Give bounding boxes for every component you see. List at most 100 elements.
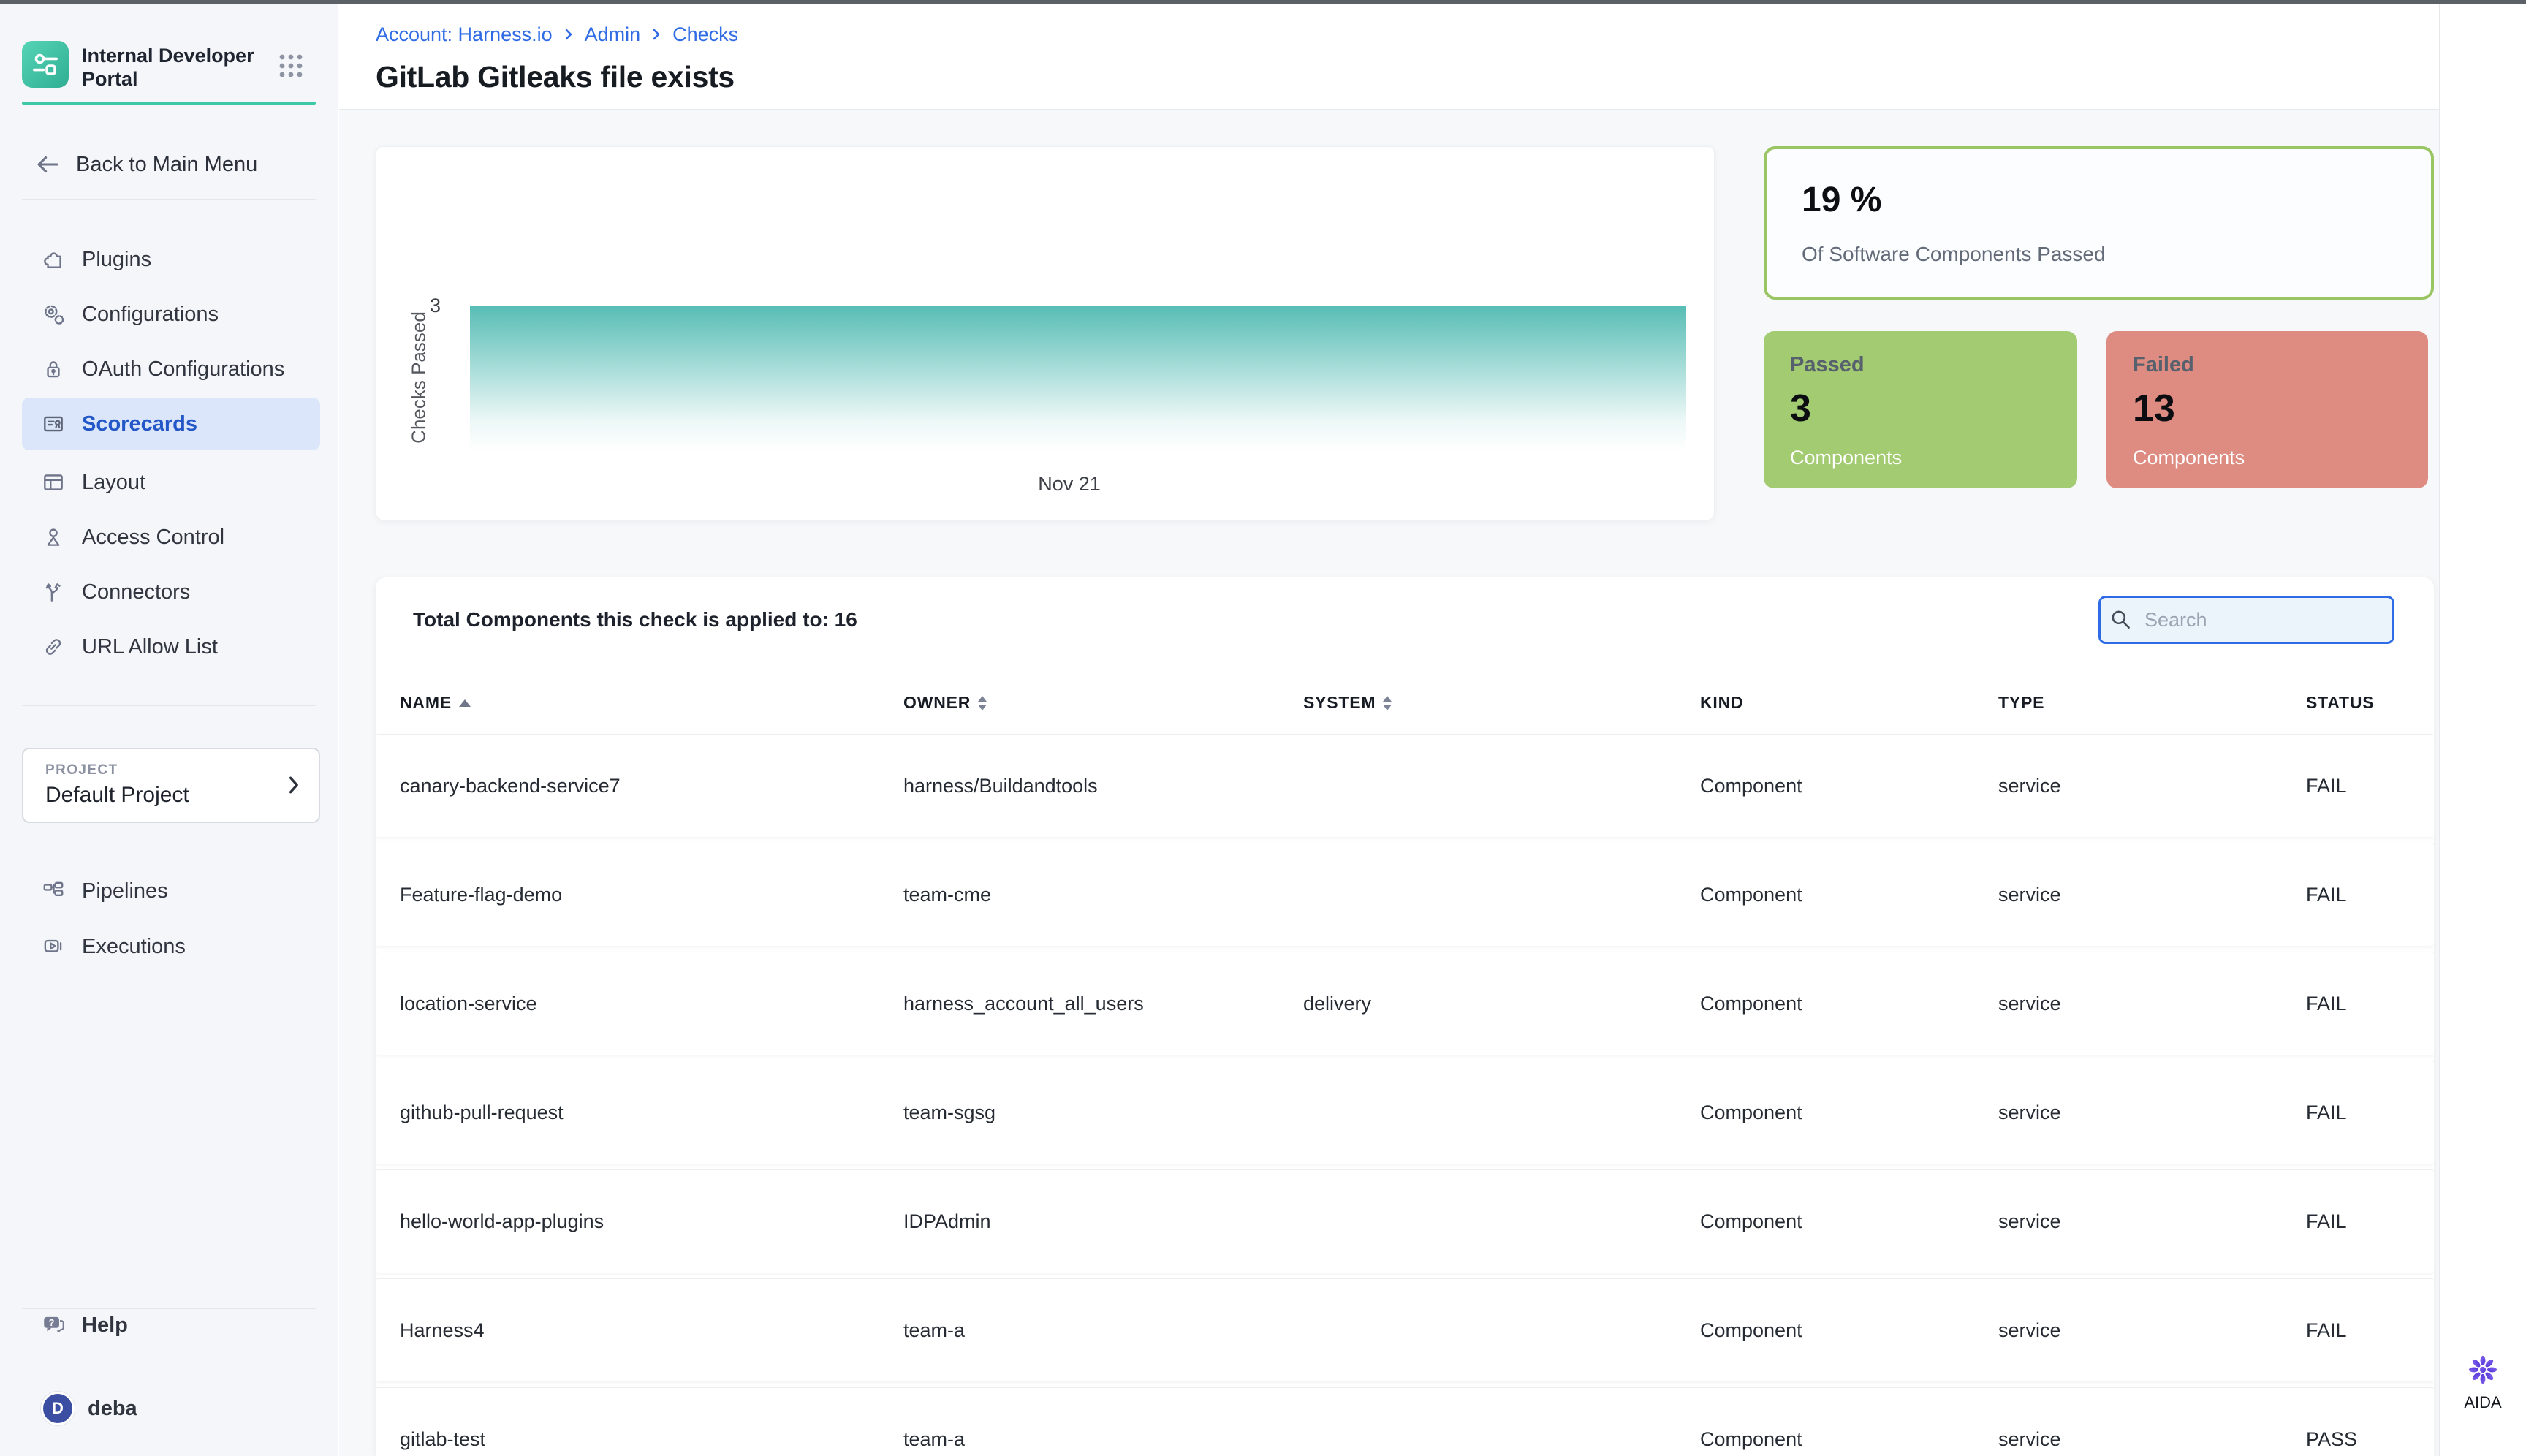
breadcrumb: Account: Harness.io Admin Checks xyxy=(376,22,738,47)
help-button[interactable]: ? Help xyxy=(22,1301,320,1349)
breadcrumb-chevron-icon xyxy=(563,27,574,42)
cell-status: FAIL xyxy=(2306,1170,2347,1273)
table-row[interactable]: Feature-flag-demo team-cme Component ser… xyxy=(376,843,2434,946)
play-executions-icon xyxy=(41,934,66,959)
person-icon xyxy=(41,525,66,550)
cell-status: FAIL xyxy=(2306,735,2347,837)
percent-passed-value: 19 % xyxy=(1802,180,1881,220)
app-logo xyxy=(22,41,69,88)
cell-name: location-service xyxy=(400,952,537,1055)
table-row[interactable]: canary-backend-service7 harness/Buildand… xyxy=(376,735,2434,837)
percent-passed-caption: Of Software Components Passed xyxy=(1802,243,2106,266)
sidebar-item-configurations[interactable]: Configurations xyxy=(22,290,320,338)
cell-name: gitlab-test xyxy=(400,1388,485,1456)
sidebar-item-plugins[interactable]: Plugins xyxy=(22,235,320,284)
failed-card: Failed 13 Components xyxy=(2106,331,2428,488)
column-header-name[interactable]: NAME xyxy=(400,693,471,713)
sidebar-item-label: OAuth Configurations xyxy=(82,357,284,382)
pipelines-icon xyxy=(41,879,66,903)
link-icon xyxy=(41,634,66,659)
screen: Internal Developer Portal Back to Main M… xyxy=(0,0,2526,1456)
sidebar-item-label: Pipelines xyxy=(82,879,168,903)
table-row[interactable]: hello-world-app-plugins IDPAdmin Compone… xyxy=(376,1170,2434,1273)
breadcrumb-link-account[interactable]: Account: Harness.io xyxy=(376,23,553,46)
sidebar-item-scorecards[interactable]: Scorecards xyxy=(22,398,320,450)
breadcrumb-chevron-icon xyxy=(651,27,662,42)
title-divider xyxy=(339,109,2439,110)
cell-kind: Component xyxy=(1700,735,1802,837)
sidebar-item-label: Access Control xyxy=(82,526,224,550)
sidebar: Internal Developer Portal Back to Main M… xyxy=(0,0,338,1456)
aida-button[interactable]: AIDA xyxy=(2448,1351,2518,1431)
sidebar-item-executions[interactable]: Executions xyxy=(22,922,320,971)
sidebar-item-access-control[interactable]: Access Control xyxy=(22,513,320,561)
cell-type: service xyxy=(1998,1279,2061,1381)
column-header-type: TYPE xyxy=(1998,693,2044,713)
column-header-status: STATUS xyxy=(2306,693,2374,713)
logo-accent-underline xyxy=(22,102,316,105)
column-header-owner[interactable]: OWNER xyxy=(903,693,987,713)
sidebar-item-label: URL Allow List xyxy=(82,635,218,659)
svg-text:?: ? xyxy=(49,1317,55,1328)
sidebar-item-url-allow-list[interactable]: URL Allow List xyxy=(22,623,320,671)
cell-type: service xyxy=(1998,1170,2061,1273)
table-row[interactable]: location-service harness_account_all_use… xyxy=(376,952,2434,1055)
cell-name: canary-backend-service7 xyxy=(400,735,621,837)
aida-flower-icon xyxy=(2464,1351,2502,1389)
breadcrumb-link-admin[interactable]: Admin xyxy=(585,23,641,46)
cell-kind: Component xyxy=(1700,843,1802,946)
cell-status: FAIL xyxy=(2306,1279,2347,1381)
cell-status: FAIL xyxy=(2306,1061,2347,1164)
cell-kind: Component xyxy=(1700,952,1802,1055)
table-row[interactable]: Harness4 team-a Component service FAIL xyxy=(376,1279,2434,1381)
puzzle-icon xyxy=(41,247,66,272)
sidebar-item-layout[interactable]: Layout xyxy=(22,458,320,507)
user-avatar: D xyxy=(41,1392,75,1425)
help-chat-icon: ? xyxy=(41,1313,66,1338)
cell-name: Feature-flag-demo xyxy=(400,843,562,946)
user-menu[interactable]: D deba xyxy=(22,1384,320,1433)
sidebar-divider xyxy=(22,199,316,200)
cell-name: hello-world-app-plugins xyxy=(400,1170,604,1273)
cell-type: service xyxy=(1998,843,2061,946)
cell-owner: harness/Buildandtools xyxy=(903,735,1098,837)
failed-label: Failed xyxy=(2133,353,2194,377)
sidebar-item-connectors[interactable]: Connectors xyxy=(22,568,320,616)
column-header-system[interactable]: SYSTEM xyxy=(1303,693,1392,713)
top-edge-strip xyxy=(0,0,2526,4)
checks-passed-chart: Checks Passed 3 Nov 21 xyxy=(376,146,1715,520)
project-selector[interactable]: PROJECT Default Project xyxy=(22,748,320,823)
right-rail: AIDA xyxy=(2439,0,2526,1456)
apps-grid-icon[interactable] xyxy=(276,51,306,80)
table-row[interactable]: gitlab-test team-a Component service PAS… xyxy=(376,1388,2434,1456)
cell-status: PASS xyxy=(2306,1388,2357,1456)
passed-label: Passed xyxy=(1790,353,1865,377)
breadcrumb-link-checks[interactable]: Checks xyxy=(672,23,738,46)
cell-owner: team-a xyxy=(903,1388,965,1456)
column-label: SYSTEM xyxy=(1303,693,1376,713)
sidebar-item-pipelines[interactable]: Pipelines xyxy=(22,867,320,915)
arrow-left-icon xyxy=(34,151,61,178)
lock-icon xyxy=(41,357,66,382)
sidebar-item-oauth-configurations[interactable]: OAuth Configurations xyxy=(22,345,320,393)
cell-name: Harness4 xyxy=(400,1279,485,1381)
idp-logo-icon xyxy=(29,48,61,80)
cell-owner: team-cme xyxy=(903,843,991,946)
sidebar-divider xyxy=(22,705,316,706)
failed-count: 13 xyxy=(2133,387,2175,431)
scorecard-icon xyxy=(41,412,66,436)
back-to-main-menu-button[interactable]: Back to Main Menu xyxy=(22,140,320,189)
table-row[interactable]: github-pull-request team-sgsg Component … xyxy=(376,1061,2434,1164)
gears-icon xyxy=(41,302,66,327)
page-title: GitLab Gitleaks file exists xyxy=(376,60,735,94)
app-title: Internal Developer Portal xyxy=(82,44,272,91)
help-label: Help xyxy=(82,1313,128,1338)
user-name: deba xyxy=(88,1397,137,1421)
column-label: STATUS xyxy=(2306,693,2374,713)
passed-card: Passed 3 Components xyxy=(1764,331,2077,488)
column-header-kind: KIND xyxy=(1700,693,1743,713)
column-label: KIND xyxy=(1700,693,1743,713)
fork-arrows-icon xyxy=(41,580,66,604)
sidebar-item-label: Plugins xyxy=(82,248,151,272)
percent-passed-card: 19 % Of Software Components Passed xyxy=(1764,146,2434,300)
